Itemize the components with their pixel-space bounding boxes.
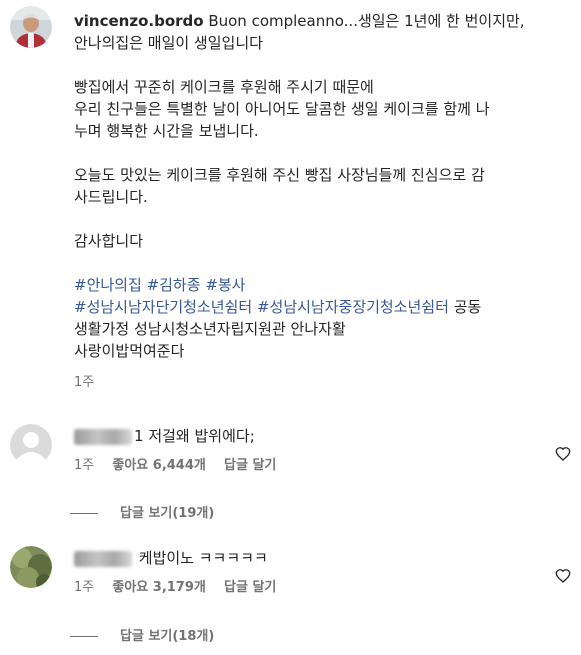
caption-tail-line2: 공동 [448, 298, 482, 316]
caption-para3-line2: 사드립니다. [74, 188, 148, 206]
comment-body: 1 저걸왜 밥위에다; 1주 좋아요 6,444개 답글 달기 [74, 424, 544, 473]
comment-username-redacted[interactable] [74, 550, 132, 567]
post-caption: vincenzo.bordo Buon compleanno...생일은 1년에… [74, 10, 554, 394]
caption-para2-line2: 우리 친구들은 특별한 날이 아니어도 달콤한 생일 케이크를 함께 나 [74, 100, 490, 118]
hashtag-link[interactable]: #봉사 [205, 276, 245, 294]
commenter-avatar[interactable] [10, 546, 52, 588]
caption-para2-line1: 빵집에서 꾸준히 케이크를 후원해 주시기 때문에 [74, 78, 374, 96]
comment-text: 저걸왜 밥위에다; [148, 427, 255, 445]
heart-outline-icon[interactable] [555, 568, 571, 584]
view-replies-label: 답글 보기(18개) [120, 629, 215, 644]
reply-button[interactable]: 답글 달기 [224, 580, 276, 595]
comment-meta: 1주 좋아요 6,444개 답글 달기 [74, 454, 544, 473]
heart-outline-icon[interactable] [555, 446, 571, 462]
hashtag-link[interactable]: #성남시남자단기청소년쉼터 [74, 298, 252, 316]
comment-likes[interactable]: 좋아요 6,444개 [112, 458, 206, 473]
divider [70, 636, 98, 637]
comment-username-redacted[interactable] [74, 428, 132, 445]
comment-timestamp[interactable]: 1주 [74, 458, 94, 473]
comment-timestamp[interactable]: 1주 [74, 580, 94, 595]
post-author-username[interactable]: vincenzo.bordo [74, 12, 204, 30]
post-author-avatar[interactable] [10, 6, 52, 48]
hashtag-link[interactable]: #안나의집 [74, 276, 142, 294]
caption-line1-text: Buon compleanno...생일은 1년에 한 번이지만, [203, 12, 525, 30]
view-replies-button[interactable]: 답글 보기(18개) [70, 625, 214, 644]
comment-meta: 1주 좋아요 3,179개 답글 달기 [74, 576, 544, 595]
caption-thanks: 감사합니다 [74, 232, 144, 250]
person-placeholder-icon[interactable] [10, 424, 52, 466]
caption-para2-line3: 누며 행복한 시간을 보냅니다. [74, 122, 259, 140]
comment-text: 케밥이노 ㅋㅋㅋㅋㅋ [138, 549, 268, 567]
comment-likes[interactable]: 좋아요 3,179개 [112, 580, 206, 595]
hashtag-link[interactable]: #성남시남자중장기청소년쉼터 [257, 298, 449, 316]
post-timestamp[interactable]: 1주 [74, 372, 554, 394]
comment-body: 케밥이노 ㅋㅋㅋㅋㅋ 1주 좋아요 3,179개 답글 달기 [74, 546, 544, 595]
comment-username-suffix[interactable]: 1 [134, 427, 144, 445]
caption-tail-line3: 생활가정 성남시청소년자립지원관 안나자활 [74, 320, 346, 338]
view-replies-button[interactable]: 답글 보기(19개) [70, 502, 214, 521]
caption-line2-text: 안나의집은 매일이 생일입니다 [74, 34, 263, 52]
divider [70, 513, 98, 514]
caption-tail-line4: 사랑이밥먹여준다 [74, 342, 185, 360]
view-replies-label: 답글 보기(19개) [120, 506, 215, 521]
reply-button[interactable]: 답글 달기 [224, 458, 276, 473]
caption-para3-line1: 오늘도 맛있는 케이크를 후원해 주신 빵집 사장님들께 진심으로 감 [74, 166, 485, 184]
hashtag-link[interactable]: #김하종 [147, 276, 201, 294]
